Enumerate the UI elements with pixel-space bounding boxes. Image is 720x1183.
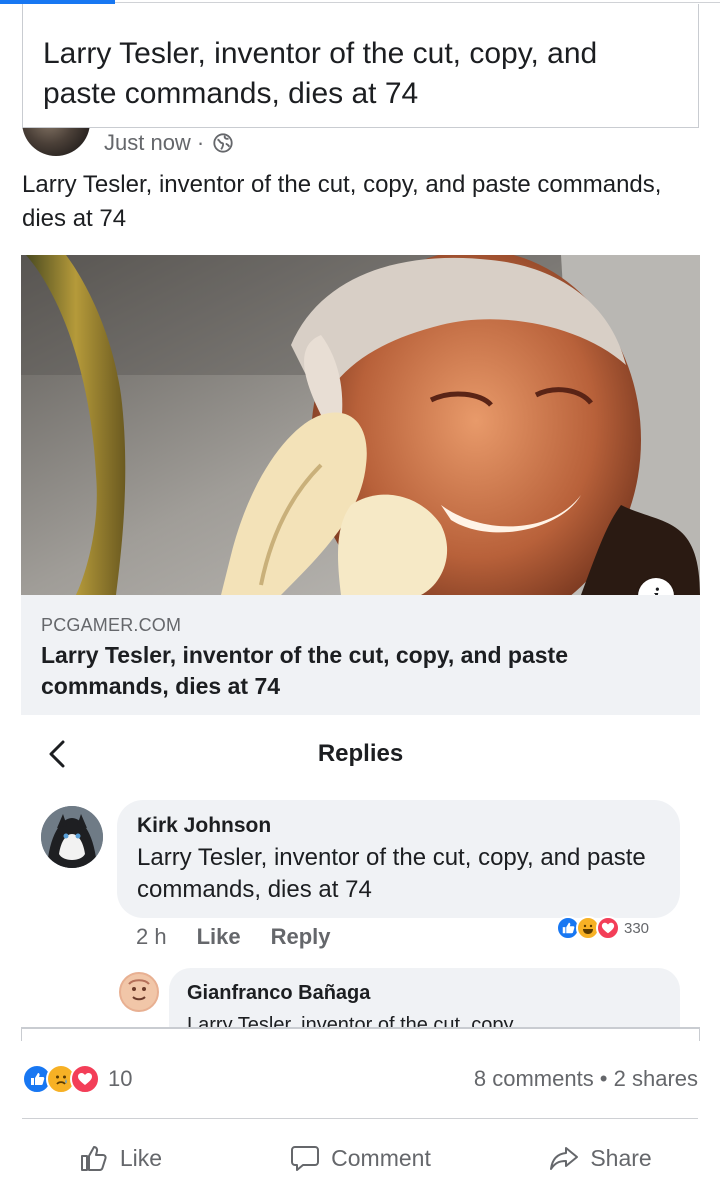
shared-quote-box: Larry Tesler, inventor of the cut, copy,… <box>22 4 699 128</box>
share-label: Share <box>590 1144 652 1171</box>
husky-avatar-icon <box>41 806 103 868</box>
comment-bubble[interactable]: Gianfranco Bañaga Larry Tesler, inventor… <box>169 968 680 1028</box>
love-reaction-icon <box>596 916 620 940</box>
thumbs-up-icon <box>80 1146 107 1171</box>
avatar[interactable] <box>41 806 103 868</box>
post-timestamp[interactable]: Just now · <box>104 130 234 156</box>
comments-shares-count[interactable]: 8 comments • 2 shares <box>474 1066 698 1092</box>
face-avatar-icon <box>128 979 150 1001</box>
shared-quote-text: Larry Tesler, inventor of the cut, copy,… <box>43 37 598 110</box>
comment-label: Comment <box>331 1144 431 1171</box>
like-button[interactable]: Like <box>0 1136 240 1180</box>
avatar[interactable] <box>119 972 159 1012</box>
comment-like-button[interactable]: Like <box>197 924 241 950</box>
replies-panel-edge <box>21 1027 700 1041</box>
link-preview-image[interactable] <box>21 255 700 595</box>
share-button[interactable]: Share <box>480 1136 720 1180</box>
comment-author[interactable]: Kirk Johnson <box>137 814 660 838</box>
link-domain: PCGAMER.COM <box>41 615 182 635</box>
top-divider <box>115 2 720 3</box>
replies-title: Replies <box>317 740 404 767</box>
post-reactions[interactable]: 10 <box>22 1064 132 1094</box>
portrait-photo <box>21 255 700 595</box>
like-label: Like <box>119 1144 163 1171</box>
post-action-bar: Like Comment Share <box>0 1136 720 1180</box>
post-body-text: Larry Tesler, inventor of the cut, copy,… <box>22 171 662 232</box>
comment-time: 2 h <box>136 924 167 949</box>
poster-avatar[interactable] <box>22 128 90 156</box>
comment-reply-button[interactable]: Reply <box>271 924 331 950</box>
comment-actions: 2 h Like Reply <box>136 924 331 950</box>
comment-reaction-count: 330 <box>624 919 650 937</box>
comment-bubble-icon <box>291 1146 320 1171</box>
share-arrow-icon <box>550 1147 579 1170</box>
link-title: Larry Tesler, inventor of the cut, copy,… <box>41 642 569 699</box>
post-time-text: Just now · <box>104 130 205 155</box>
reaction-count: 10 <box>108 1066 133 1091</box>
actions-divider <box>22 1118 698 1119</box>
comment-button[interactable]: Comment <box>240 1136 480 1180</box>
comment-text: Larry Tesler, inventor of the cut, copy <box>187 1014 514 1028</box>
love-reaction-icon <box>70 1064 100 1094</box>
replies-screenshot: Replies Kirk Johnson Larry Tesler, inven… <box>21 718 700 1028</box>
globe-icon <box>213 133 233 153</box>
comment-author[interactable]: Gianfranco Bañaga <box>187 982 662 1005</box>
comment-text: Larry Tesler, inventor of the cut, copy,… <box>137 844 646 903</box>
comment-bubble[interactable]: Kirk Johnson Larry Tesler, inventor of t… <box>117 800 680 918</box>
link-preview-card[interactable]: PCGAMER.COM Larry Tesler, inventor of th… <box>21 595 700 715</box>
comment-reactions[interactable]: 330 <box>556 916 649 940</box>
